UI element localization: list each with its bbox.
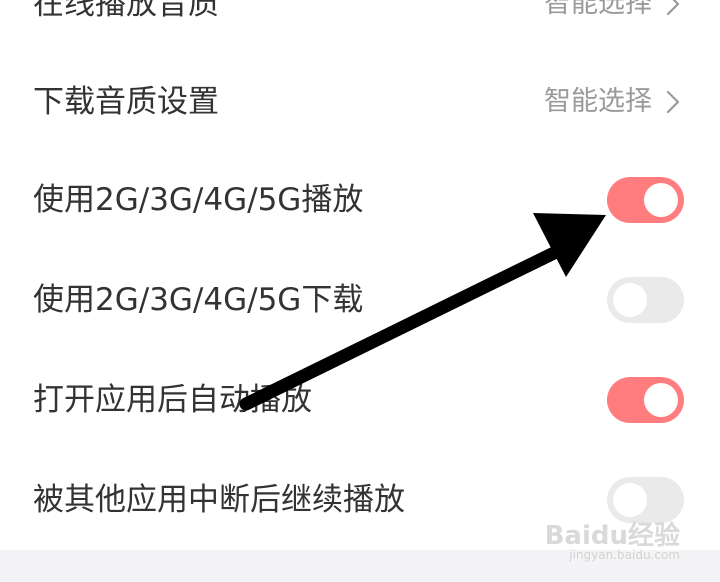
toggle-knob <box>613 483 647 517</box>
setting-label: 在线播放音质 <box>33 0 219 22</box>
setting-label: 使用2G/3G/4G/5G播放 <box>33 182 364 218</box>
watermark-logo: Baidu经验 <box>544 521 680 551</box>
setting-row-mobile-download: 使用2G/3G/4G/5G下载 <box>0 250 720 350</box>
toggle-knob <box>644 183 678 217</box>
setting-row-online-quality[interactable]: 在线播放音质 智能选择 <box>0 0 720 54</box>
setting-label: 打开应用后自动播放 <box>33 382 312 418</box>
watermark-url: jingyan.baidu.com <box>569 548 680 562</box>
setting-label: 下载音质设置 <box>33 84 219 120</box>
setting-value[interactable]: 智能选择 <box>544 0 684 22</box>
mobile-play-toggle[interactable] <box>607 177 684 223</box>
mobile-download-toggle[interactable] <box>607 277 684 323</box>
setting-row-autoplay: 打开应用后自动播放 <box>0 350 720 450</box>
setting-label: 被其他应用中断后继续播放 <box>33 482 405 518</box>
chevron-right-icon <box>666 0 680 16</box>
setting-row-download-quality[interactable]: 下载音质设置 智能选择 <box>0 52 720 152</box>
setting-value[interactable]: 智能选择 <box>544 84 684 120</box>
setting-value-text: 智能选择 <box>544 0 652 19</box>
autoplay-toggle[interactable] <box>607 377 684 423</box>
toggle-knob <box>644 383 678 417</box>
toggle-knob <box>613 283 647 317</box>
setting-row-mobile-play: 使用2G/3G/4G/5G播放 <box>0 150 720 250</box>
setting-value-text: 智能选择 <box>544 86 652 117</box>
setting-label: 使用2G/3G/4G/5G下载 <box>33 282 364 318</box>
settings-list: 在线播放音质 智能选择 下载音质设置 智能选择 使用2G/3G/4G/5G播放 … <box>0 0 720 550</box>
chevron-right-icon <box>666 90 680 114</box>
